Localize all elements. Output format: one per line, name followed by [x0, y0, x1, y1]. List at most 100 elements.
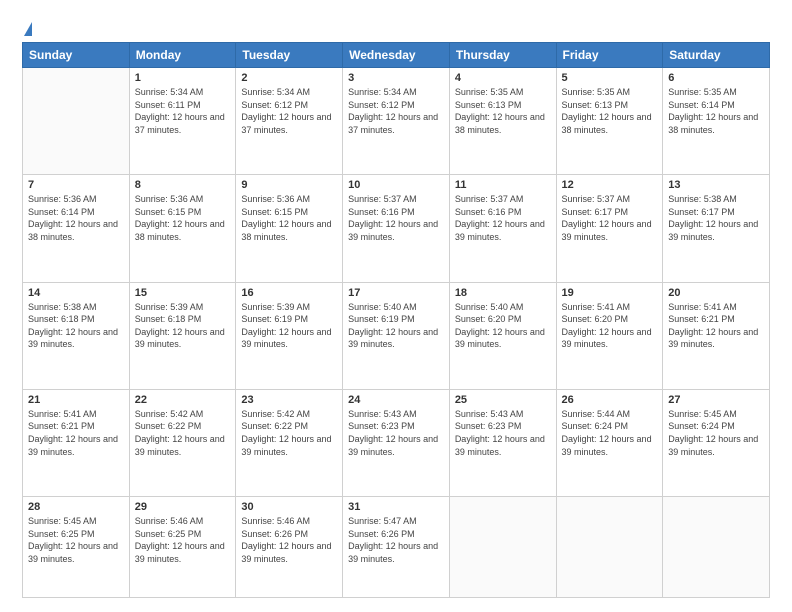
- cell-info: Sunrise: 5:46 AMSunset: 6:26 PMDaylight:…: [241, 515, 337, 565]
- cell-info: Sunrise: 5:45 AMSunset: 6:24 PMDaylight:…: [668, 408, 764, 458]
- day-number: 2: [241, 72, 337, 84]
- day-number: 9: [241, 179, 337, 191]
- weekday-header-monday: Monday: [129, 43, 236, 68]
- cell-info: Sunrise: 5:41 AMSunset: 6:20 PMDaylight:…: [562, 301, 658, 351]
- day-cell: 17 Sunrise: 5:40 AMSunset: 6:19 PMDayligh…: [343, 282, 450, 389]
- cell-info: Sunrise: 5:42 AMSunset: 6:22 PMDaylight:…: [241, 408, 337, 458]
- weekday-header-friday: Friday: [556, 43, 663, 68]
- day-cell: 23Sunrise: 5:42 AMSunset: 6:22 PMDayligh…: [236, 389, 343, 496]
- day-number: 13: [668, 179, 764, 191]
- day-number: 18: [455, 287, 551, 299]
- weekday-header-wednesday: Wednesday: [343, 43, 450, 68]
- day-cell: 15 Sunrise: 5:39 AMSunset: 6:18 PMDayligh…: [129, 282, 236, 389]
- week-row-4: 21Sunrise: 5:41 AMSunset: 6:21 PMDayligh…: [23, 389, 770, 496]
- cell-info: Sunrise: 5:39 AMSunset: 6:19 PMDaylight:…: [241, 301, 337, 351]
- day-number: 26: [562, 394, 658, 406]
- day-cell: 12 Sunrise: 5:37 AMSunset: 6:17 PMDayligh…: [556, 175, 663, 282]
- cell-info: Sunrise: 5:41 AMSunset: 6:21 PMDaylight:…: [668, 301, 764, 351]
- weekday-header-thursday: Thursday: [449, 43, 556, 68]
- day-cell: [556, 497, 663, 598]
- day-cell: 5Sunrise: 5:35 AMSunset: 6:13 PMDaylight…: [556, 68, 663, 175]
- day-number: 17: [348, 287, 444, 299]
- cell-info: Sunrise: 5:37 AMSunset: 6:16 PMDaylight:…: [348, 193, 444, 243]
- week-row-5: 28Sunrise: 5:45 AMSunset: 6:25 PMDayligh…: [23, 497, 770, 598]
- header: [22, 18, 770, 38]
- day-cell: 9 Sunrise: 5:36 AMSunset: 6:15 PMDaylight…: [236, 175, 343, 282]
- day-number: 11: [455, 179, 551, 191]
- cell-info: Sunrise: 5:36 AMSunset: 6:15 PMDaylight:…: [135, 193, 231, 243]
- cell-info: Sunrise: 5:35 AMSunset: 6:13 PMDaylight:…: [455, 86, 551, 136]
- day-number: 19: [562, 287, 658, 299]
- calendar-table: SundayMondayTuesdayWednesdayThursdayFrid…: [22, 42, 770, 598]
- cell-info: Sunrise: 5:37 AMSunset: 6:17 PMDaylight:…: [562, 193, 658, 243]
- cell-info: Sunrise: 5:42 AMSunset: 6:22 PMDaylight:…: [135, 408, 231, 458]
- day-number: 16: [241, 287, 337, 299]
- cell-info: Sunrise: 5:40 AMSunset: 6:19 PMDaylight:…: [348, 301, 444, 351]
- day-cell: [663, 497, 770, 598]
- day-cell: 1Sunrise: 5:34 AMSunset: 6:11 PMDaylight…: [129, 68, 236, 175]
- weekday-header-saturday: Saturday: [663, 43, 770, 68]
- cell-info: Sunrise: 5:45 AMSunset: 6:25 PMDaylight:…: [28, 515, 124, 565]
- day-cell: 4 Sunrise: 5:35 AMSunset: 6:13 PMDaylight…: [449, 68, 556, 175]
- day-number: 4: [455, 72, 551, 84]
- day-number: 30: [241, 501, 337, 513]
- logo-triangle-icon: [24, 22, 32, 36]
- day-number: 31: [348, 501, 444, 513]
- day-cell: 25 Sunrise: 5:43 AMSunset: 6:23 PMDayligh…: [449, 389, 556, 496]
- cell-info: Sunrise: 5:38 AMSunset: 6:18 PMDaylight:…: [28, 301, 124, 351]
- day-number: 7: [28, 179, 124, 191]
- day-number: 14: [28, 287, 124, 299]
- weekday-header-tuesday: Tuesday: [236, 43, 343, 68]
- day-cell: 24 Sunrise: 5:43 AMSunset: 6:23 PMDayligh…: [343, 389, 450, 496]
- day-cell: 22 Sunrise: 5:42 AMSunset: 6:22 PMDayligh…: [129, 389, 236, 496]
- week-row-2: 7 Sunrise: 5:36 AMSunset: 6:14 PMDaylight…: [23, 175, 770, 282]
- day-number: 15: [135, 287, 231, 299]
- day-cell: 7 Sunrise: 5:36 AMSunset: 6:14 PMDaylight…: [23, 175, 130, 282]
- cell-info: Sunrise: 5:43 AMSunset: 6:23 PMDaylight:…: [348, 408, 444, 458]
- weekday-header-row: SundayMondayTuesdayWednesdayThursdayFrid…: [23, 43, 770, 68]
- day-cell: 29 Sunrise: 5:46 AMSunset: 6:25 PMDayligh…: [129, 497, 236, 598]
- day-cell: 21Sunrise: 5:41 AMSunset: 6:21 PMDayligh…: [23, 389, 130, 496]
- day-cell: 18 Sunrise: 5:40 AMSunset: 6:20 PMDayligh…: [449, 282, 556, 389]
- cell-info: Sunrise: 5:34 AMSunset: 6:12 PMDaylight:…: [241, 86, 337, 136]
- cell-info: Sunrise: 5:36 AMSunset: 6:14 PMDaylight:…: [28, 193, 124, 243]
- day-number: 22: [135, 394, 231, 406]
- week-row-3: 14 Sunrise: 5:38 AMSunset: 6:18 PMDayligh…: [23, 282, 770, 389]
- day-number: 8: [135, 179, 231, 191]
- day-number: 3: [348, 72, 444, 84]
- cell-info: Sunrise: 5:36 AMSunset: 6:15 PMDaylight:…: [241, 193, 337, 243]
- cell-info: Sunrise: 5:39 AMSunset: 6:18 PMDaylight:…: [135, 301, 231, 351]
- day-number: 24: [348, 394, 444, 406]
- day-cell: 27 Sunrise: 5:45 AMSunset: 6:24 PMDayligh…: [663, 389, 770, 496]
- day-cell: 8 Sunrise: 5:36 AMSunset: 6:15 PMDaylight…: [129, 175, 236, 282]
- day-cell: 14 Sunrise: 5:38 AMSunset: 6:18 PMDayligh…: [23, 282, 130, 389]
- cell-info: Sunrise: 5:46 AMSunset: 6:25 PMDaylight:…: [135, 515, 231, 565]
- day-cell: 19 Sunrise: 5:41 AMSunset: 6:20 PMDayligh…: [556, 282, 663, 389]
- calendar-page: SundayMondayTuesdayWednesdayThursdayFrid…: [0, 0, 792, 612]
- day-number: 27: [668, 394, 764, 406]
- day-cell: 6 Sunrise: 5:35 AMSunset: 6:14 PMDaylight…: [663, 68, 770, 175]
- cell-info: Sunrise: 5:40 AMSunset: 6:20 PMDaylight:…: [455, 301, 551, 351]
- day-number: 12: [562, 179, 658, 191]
- day-number: 29: [135, 501, 231, 513]
- day-cell: [23, 68, 130, 175]
- logo: [22, 22, 32, 38]
- cell-info: Sunrise: 5:34 AMSunset: 6:12 PMDaylight:…: [348, 86, 444, 136]
- cell-info: Sunrise: 5:37 AMSunset: 6:16 PMDaylight:…: [455, 193, 551, 243]
- day-cell: 11 Sunrise: 5:37 AMSunset: 6:16 PMDayligh…: [449, 175, 556, 282]
- weekday-header-sunday: Sunday: [23, 43, 130, 68]
- day-cell: [449, 497, 556, 598]
- day-cell: 26 Sunrise: 5:44 AMSunset: 6:24 PMDayligh…: [556, 389, 663, 496]
- day-number: 6: [668, 72, 764, 84]
- cell-info: Sunrise: 5:47 AMSunset: 6:26 PMDaylight:…: [348, 515, 444, 565]
- cell-info: Sunrise: 5:43 AMSunset: 6:23 PMDaylight:…: [455, 408, 551, 458]
- cell-info: Sunrise: 5:35 AMSunset: 6:14 PMDaylight:…: [668, 86, 764, 136]
- day-cell: 16 Sunrise: 5:39 AMSunset: 6:19 PMDayligh…: [236, 282, 343, 389]
- cell-info: Sunrise: 5:44 AMSunset: 6:24 PMDaylight:…: [562, 408, 658, 458]
- day-cell: 28Sunrise: 5:45 AMSunset: 6:25 PMDayligh…: [23, 497, 130, 598]
- day-number: 21: [28, 394, 124, 406]
- day-cell: 10Sunrise: 5:37 AMSunset: 6:16 PMDayligh…: [343, 175, 450, 282]
- cell-info: Sunrise: 5:35 AMSunset: 6:13 PMDaylight:…: [562, 86, 658, 136]
- cell-info: Sunrise: 5:38 AMSunset: 6:17 PMDaylight:…: [668, 193, 764, 243]
- day-number: 25: [455, 394, 551, 406]
